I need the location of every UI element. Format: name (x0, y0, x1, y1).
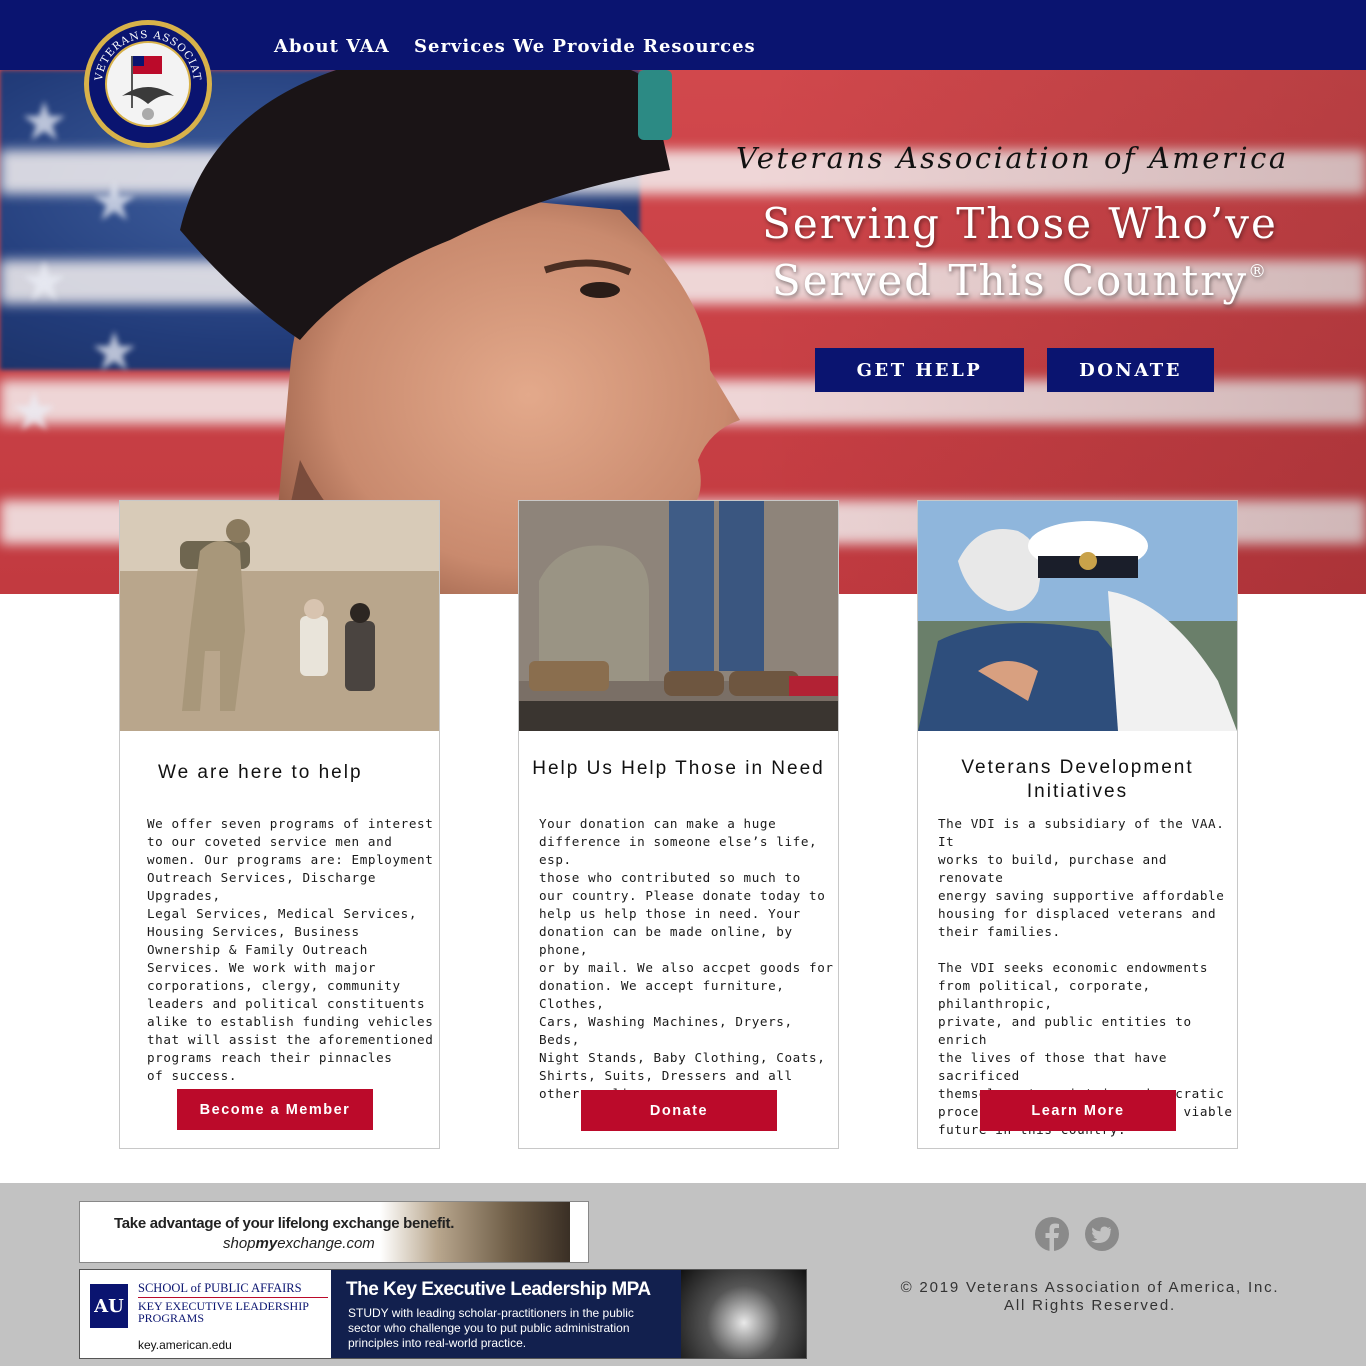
ad-school-text: SCHOOL of PUBLIC AFFAIRS KEY EXECUTIVE L… (138, 1282, 328, 1324)
ad-url-part: my (255, 1235, 278, 1252)
ad-url: shopmyexchange.com (223, 1235, 375, 1252)
american-university-ad-banner[interactable]: AU SCHOOL of PUBLIC AFFAIRS KEY EXECUTIV… (79, 1269, 807, 1359)
ad-headline: Take advantage of your lifelong exchange… (114, 1215, 455, 1232)
card-donate-button[interactable]: Donate (581, 1090, 777, 1131)
become-member-button[interactable]: Become a Member (177, 1089, 373, 1130)
twitter-icon[interactable] (1085, 1217, 1119, 1251)
card-help: We are here to help We offer seven progr… (119, 500, 440, 1149)
copyright-text: © 2019 Veterans Association of America, … (880, 1279, 1300, 1315)
facebook-icon[interactable] (1035, 1217, 1069, 1251)
card-title: Veterans Development Initiatives (918, 756, 1237, 804)
card-title-line-1: Veterans Development (961, 757, 1194, 778)
nav-resources[interactable]: Resources (643, 36, 756, 57)
ad-photo (380, 1202, 570, 1262)
tagline-line-2-text: Served This Country (771, 256, 1249, 305)
copyright-line-1: © 2019 Veterans Association of America, … (900, 1279, 1280, 1296)
vaa-seal-logo[interactable]: VETERANS ASSOCIATION OF AMERICA, INC. (82, 18, 214, 150)
tagline-line-2: Served This Country® (740, 248, 1300, 305)
soldier-children-photo (120, 501, 439, 731)
school-line-1: SCHOOL of PUBLIC AFFAIRS (138, 1282, 328, 1298)
au-logo-icon: AU (90, 1284, 128, 1328)
card-donate: Help Us Help Those in Need Your donation… (518, 500, 839, 1149)
ad-url-part: shop (223, 1235, 256, 1252)
ad-school-url: key.american.edu (138, 1338, 232, 1352)
nav-services[interactable]: Services We Provide (414, 36, 636, 57)
card-title: Help Us Help Those in Need (532, 758, 825, 779)
card-title-line-2: Initiatives (1026, 781, 1129, 802)
school-line-3: PROGRAMS (138, 1311, 205, 1325)
registered-mark: ® (1248, 261, 1269, 282)
veterans-hug-photo (918, 501, 1237, 731)
ad2-meeting-photo (681, 1270, 806, 1358)
nav-about[interactable]: About VAA (274, 36, 390, 57)
card-body: Your donation can make a huge difference… (539, 816, 834, 1101)
hero-donate-button[interactable]: DONATE (1047, 348, 1214, 392)
facebook-glyph (1045, 1223, 1059, 1251)
hero-tagline: Serving Those Who’ve Served This Country… (740, 200, 1300, 305)
card-title: We are here to help (158, 762, 363, 783)
ad-url-part: exchange.com (277, 1235, 375, 1252)
get-help-button[interactable]: GET HELP (815, 348, 1024, 392)
boots-backpack-photo (519, 501, 838, 731)
ad2-headline: The Key Executive Leadership MPA (346, 1279, 651, 1300)
twitter-glyph (1091, 1226, 1112, 1243)
learn-more-button[interactable]: Learn More (980, 1090, 1176, 1131)
ad2-body: STUDY with leading scholar-practitioners… (348, 1306, 634, 1350)
copyright-line-2: All Rights Reserved. (1004, 1297, 1176, 1314)
card-vdi: Veterans Development Initiatives The VDI… (917, 500, 1238, 1149)
card-body: We offer seven programs of interest to o… (147, 816, 434, 1083)
tagline-line-1: Serving Those Who’ve (762, 199, 1278, 248)
hero-org-name: Veterans Association of America (736, 141, 1289, 175)
school-line-2: KEY EXECUTIVE LEADERSHIP (138, 1299, 309, 1313)
exchange-ad-banner[interactable]: Take advantage of your lifelong exchange… (79, 1201, 589, 1263)
